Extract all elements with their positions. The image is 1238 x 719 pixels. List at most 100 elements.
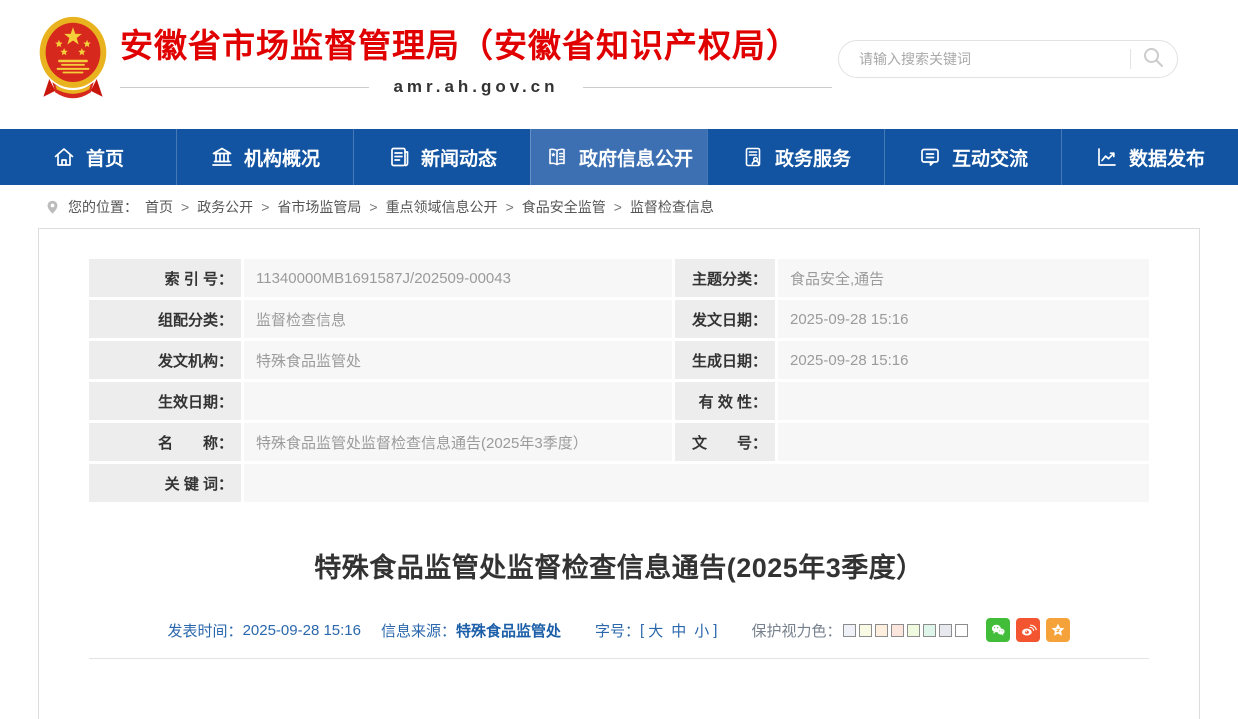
nav-item-interaction[interactable]: 互动交流 [884, 129, 1061, 185]
vision-color-swatch[interactable] [859, 624, 872, 637]
breadcrumb-item[interactable]: 首页 [145, 197, 173, 217]
font-size-option[interactable]: 小 [694, 623, 709, 640]
article-meta-row: 发表时间： 2025-09-28 15:16 信息来源： 特殊食品监管处 字号：… [89, 618, 1149, 642]
search-input[interactable] [857, 50, 1130, 68]
vision-color-swatch[interactable] [875, 624, 888, 637]
font-size-label: 字号： [595, 620, 640, 641]
home-icon [52, 145, 76, 169]
vision-color-swatch[interactable] [955, 624, 968, 637]
info-value [778, 423, 1149, 461]
info-label: 生成日期： [675, 341, 775, 379]
vision-color-swatch[interactable] [891, 624, 904, 637]
font-size-options: 大中小 [644, 620, 713, 641]
chat-icon [918, 145, 942, 169]
breadcrumb-prefix: 您的位置： [68, 197, 138, 217]
document-person-icon [741, 145, 765, 169]
publish-time-label: 发表时间： [168, 620, 243, 641]
breadcrumb-separator: > [261, 199, 269, 215]
search-button[interactable] [1141, 45, 1165, 74]
breadcrumb: 您的位置： 首页 > 政务公开 > 省市场监管局 > 重点领域信息公开 > 食品安全监管 > 监督检… [0, 185, 1238, 228]
content-panel: 索 引 号：11340000MB1691587J/202509-00043主题分… [38, 228, 1200, 719]
chart-icon [1095, 145, 1119, 169]
url-line-left [120, 87, 369, 88]
nav-item-gov-info[interactable]: 政府信息公开 [530, 129, 707, 185]
site-header: 安徽省市场监督管理局（安徽省知识产权局） amr.ah.gov.cn [0, 0, 1238, 129]
vision-color-label: 保护视力色： [751, 620, 841, 641]
book-star-icon [545, 145, 569, 169]
news-icon [387, 145, 411, 169]
info-label: 生效日期： [89, 382, 241, 420]
vision-color-swatches [843, 624, 968, 637]
breadcrumb-item[interactable]: 监督检查信息 [630, 197, 714, 217]
info-label: 发文日期： [675, 300, 775, 338]
breadcrumb-item[interactable]: 政务公开 [197, 197, 253, 217]
info-value [244, 382, 672, 420]
vision-color-swatch[interactable] [923, 624, 936, 637]
info-label: 发文机构： [89, 341, 241, 379]
nav-item-label: 新闻动态 [421, 144, 497, 171]
nav-item-news[interactable]: 新闻动态 [353, 129, 530, 185]
nav-item-org-profile[interactable]: 机构概况 [176, 129, 353, 185]
search-icon [1141, 45, 1165, 74]
info-value: 2025-09-28 15:16 [778, 341, 1149, 379]
nav-item-label: 互动交流 [952, 144, 1028, 171]
nav-item-home[interactable]: 首页 [0, 129, 176, 185]
font-size-option[interactable]: 大 [648, 623, 663, 640]
national-emblem-logo [36, 12, 110, 112]
wechat-share-icon[interactable] [986, 618, 1010, 642]
nav-item-data-release[interactable]: 数据发布 [1061, 129, 1238, 185]
share-icons [986, 618, 1070, 642]
info-label: 组配分类： [89, 300, 241, 338]
breadcrumb-item[interactable]: 省市场监管局 [277, 197, 361, 217]
article-title: 特殊食品监管处监督检查信息通告(2025年3季度） [89, 546, 1149, 585]
favorite-star-icon[interactable] [1046, 618, 1070, 642]
breadcrumb-item[interactable]: 食品安全监管 [522, 197, 606, 217]
info-value: 11340000MB1691587J/202509-00043 [244, 259, 672, 297]
breadcrumb-separator: > [369, 199, 377, 215]
info-label: 名 称： [89, 423, 241, 461]
source-name[interactable]: 特殊食品监管处 [456, 620, 561, 641]
search-box[interactable] [838, 40, 1178, 78]
breadcrumb-item[interactable]: 重点领域信息公开 [386, 197, 498, 217]
source-label: 信息来源： [381, 620, 456, 641]
info-value: 特殊食品监管处 [244, 341, 672, 379]
site-title: 安徽省市场监督管理局（安徽省知识产权局） [120, 28, 832, 64]
bank-icon [210, 145, 234, 169]
info-value: 监督检查信息 [244, 300, 672, 338]
font-size-option[interactable]: 中 [671, 623, 686, 640]
breadcrumb-items: 首页 > 政务公开 > 省市场监管局 > 重点领域信息公开 > 食品安全监管 > 监督检查信息 [145, 197, 714, 217]
breadcrumb-separator: > [506, 199, 514, 215]
nav-item-label: 机构概况 [244, 144, 320, 171]
info-label: 主题分类： [675, 259, 775, 297]
breadcrumb-separator: > [614, 199, 622, 215]
site-url: amr.ah.gov.cn [393, 77, 558, 97]
search-divider [1130, 49, 1131, 69]
info-value [244, 464, 1149, 502]
weibo-share-icon[interactable] [1016, 618, 1040, 642]
info-value: 2025-09-28 15:16 [778, 300, 1149, 338]
vision-color-swatch[interactable] [843, 624, 856, 637]
info-label: 关 键 词： [89, 464, 241, 502]
info-value: 食品安全,通告 [778, 259, 1149, 297]
nav-item-label: 政务服务 [775, 144, 851, 171]
info-label: 索 引 号： [89, 259, 241, 297]
location-pin-icon [44, 198, 61, 215]
info-value [778, 382, 1149, 420]
document-info-table: 索 引 号：11340000MB1691587J/202509-00043主题分… [89, 259, 1149, 502]
url-line-right [583, 87, 832, 88]
content-divider [89, 658, 1149, 659]
info-label: 有 效 性： [675, 382, 775, 420]
font-size-bracket-right: ] [713, 622, 717, 639]
site-url-row: amr.ah.gov.cn [120, 77, 832, 97]
nav-item-services[interactable]: 政务服务 [707, 129, 884, 185]
breadcrumb-separator: > [181, 199, 189, 215]
info-label: 文 号： [675, 423, 775, 461]
publish-time: 2025-09-28 15:16 [243, 622, 361, 639]
info-value: 特殊食品监管处监督检查信息通告(2025年3季度） [244, 423, 672, 461]
vision-color-swatch[interactable] [939, 624, 952, 637]
nav-item-label: 政府信息公开 [579, 144, 693, 171]
nav-item-label: 数据发布 [1129, 144, 1205, 171]
nav-item-label: 首页 [86, 144, 124, 171]
nav-bar: 首页 机构概况 新闻动态 政府信息公开 政务服务 互动交流 数据发布 [0, 129, 1238, 185]
vision-color-swatch[interactable] [907, 624, 920, 637]
